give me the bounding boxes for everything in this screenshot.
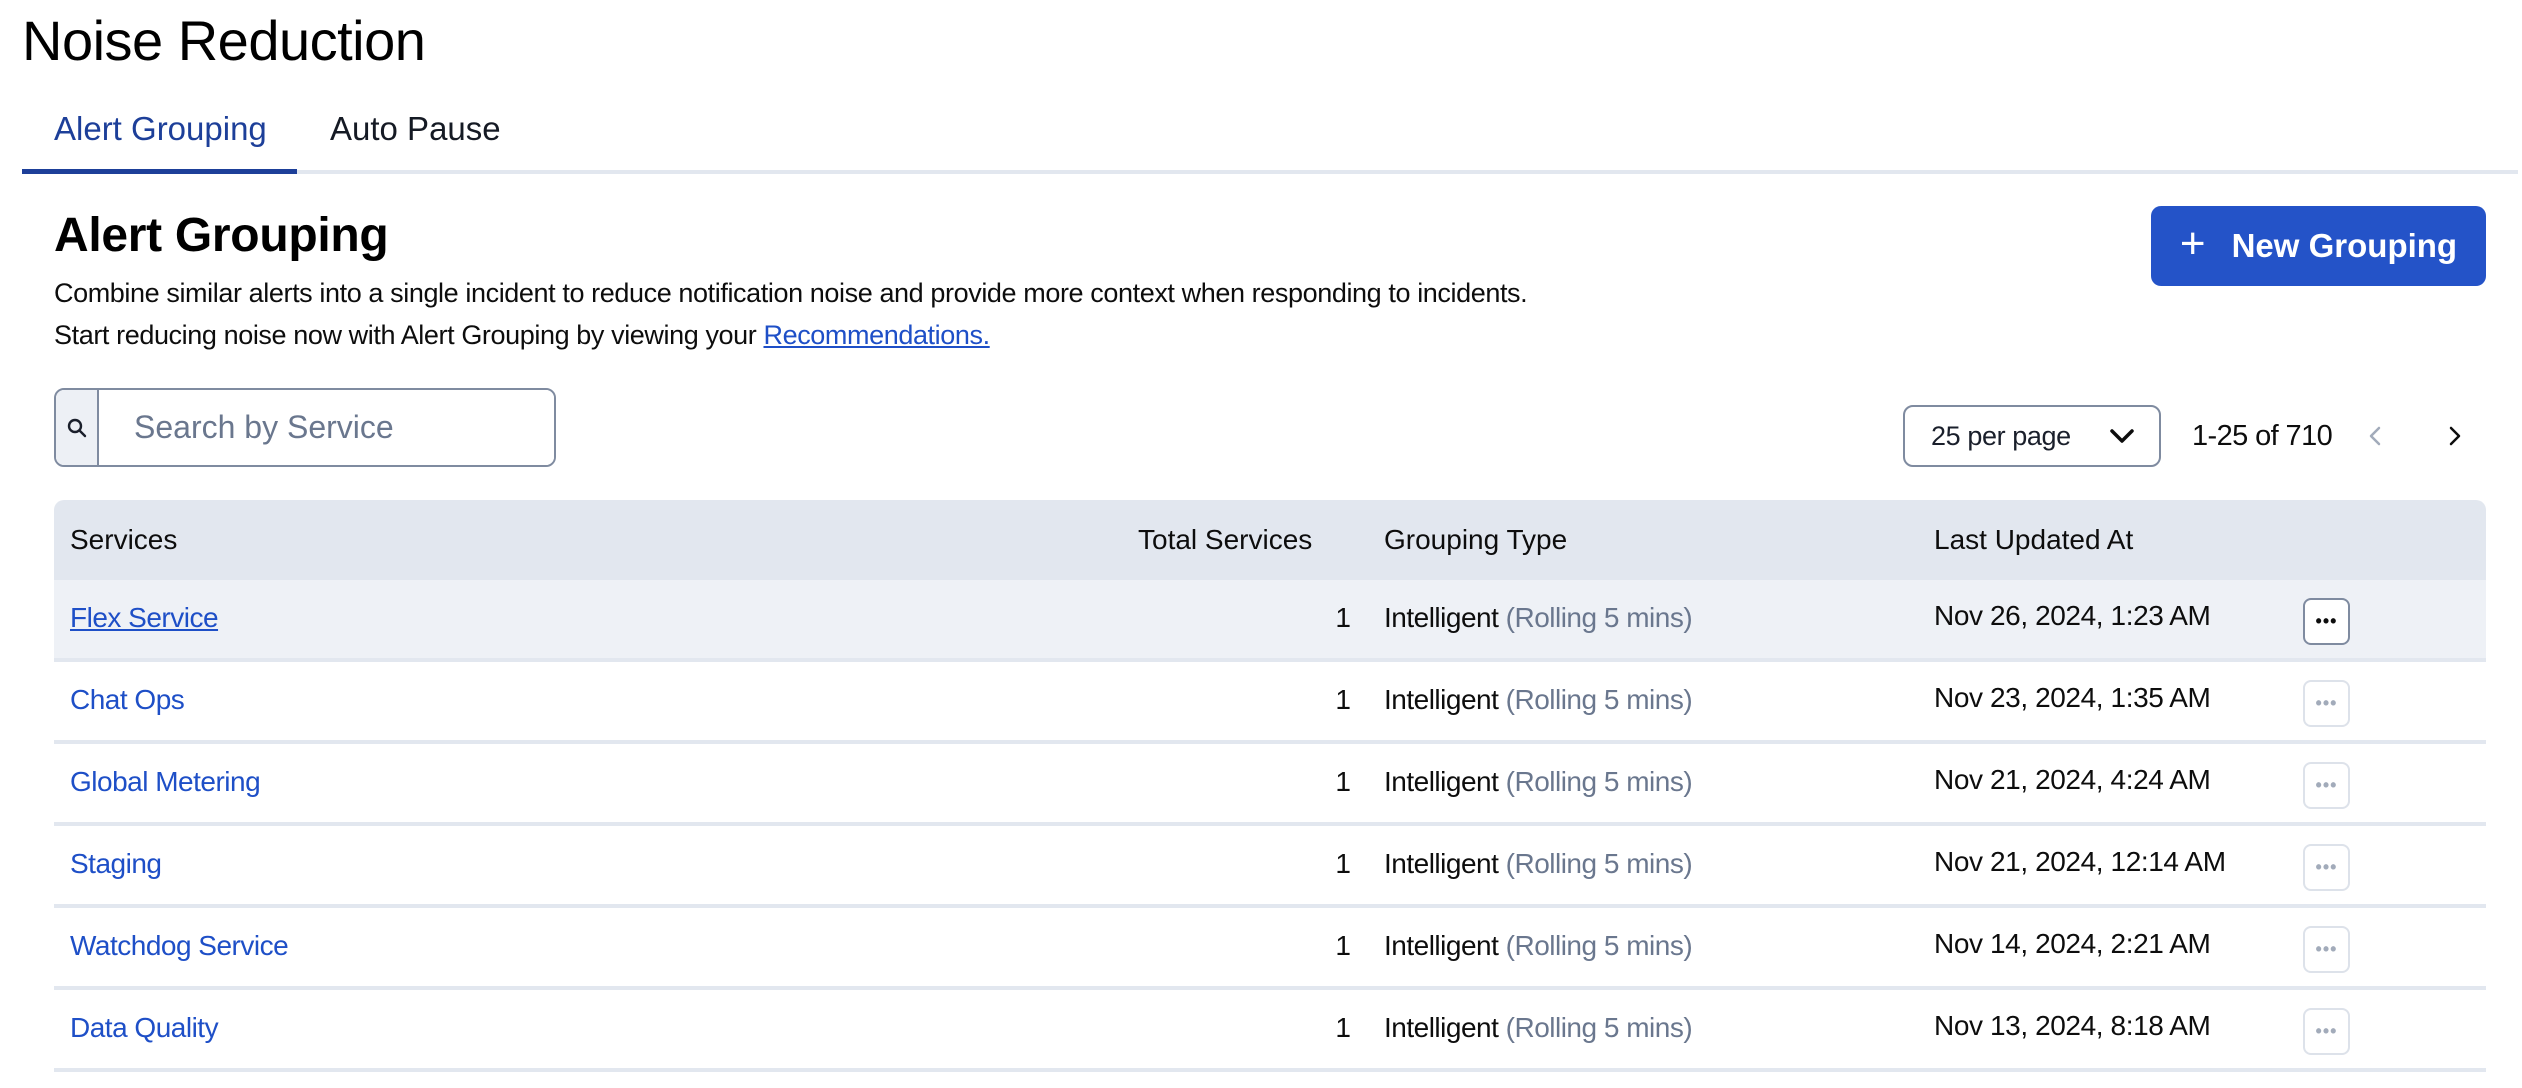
column-header-services: Services	[70, 524, 178, 555]
more-actions-icon[interactable]: •••	[2303, 762, 2350, 809]
table-header: Services Total Services Grouping Type La…	[54, 500, 2486, 580]
new-grouping-label: New Grouping	[2231, 227, 2458, 264]
table-row[interactable]: Watchdog Service 1 Intelligent (Rolling …	[54, 908, 2486, 990]
grouping-type-name: Intelligent	[1384, 1012, 1499, 1043]
service-link[interactable]: Flex Service	[70, 602, 219, 634]
total-services: 1	[1335, 930, 1351, 961]
column-header-last-updated: Last Updated At	[1934, 524, 2134, 555]
last-updated: Nov 23, 2024, 1:35 AM	[1934, 682, 2211, 713]
section-description: Combine similar alerts into a single inc…	[54, 278, 1528, 308]
total-services: 1	[1335, 602, 1351, 633]
pagination-range: 1-25 of 710	[2192, 420, 2333, 452]
tab-auto-pause[interactable]: Auto Pause	[330, 110, 501, 174]
grouping-type-name: Intelligent	[1384, 848, 1499, 879]
grouping-type-detail: (Rolling 5 mins)	[1505, 684, 1693, 715]
grouping-type-detail: (Rolling 5 mins)	[1505, 848, 1693, 879]
grouping-type-detail: (Rolling 5 mins)	[1505, 930, 1693, 961]
grouping-type: Intelligent (Rolling 5 mins)	[1384, 766, 1693, 798]
total-services: 1	[1335, 1012, 1351, 1043]
more-actions-icon[interactable]: •••	[2303, 598, 2350, 645]
grouping-type-name: Intelligent	[1384, 602, 1499, 633]
groupings-table: Services Total Services Grouping Type La…	[54, 500, 2486, 1072]
service-link[interactable]: Chat Ops	[70, 684, 185, 716]
last-updated: Nov 26, 2024, 1:23 AM	[1934, 600, 2211, 631]
next-page-button[interactable]	[2435, 416, 2475, 456]
tab-bar: Alert Grouping Auto Pause	[22, 100, 2518, 174]
search-icon	[56, 390, 99, 465]
recommendations-prompt-text: Start reducing noise now with Alert Grou…	[54, 320, 764, 350]
last-updated: Nov 14, 2024, 2:21 AM	[1934, 928, 2211, 959]
table-row[interactable]: Global Metering 1 Intelligent (Rolling 5…	[54, 744, 2486, 826]
grouping-type-detail: (Rolling 5 mins)	[1505, 602, 1693, 633]
recommendations-link[interactable]: Recommendations.	[763, 320, 990, 350]
grouping-type: Intelligent (Rolling 5 mins)	[1384, 602, 1693, 634]
table-row[interactable]: Flex Service 1 Intelligent (Rolling 5 mi…	[54, 580, 2486, 662]
search-field	[54, 388, 556, 467]
table-row[interactable]: Data Quality 1 Intelligent (Rolling 5 mi…	[54, 990, 2486, 1072]
chevron-right-icon	[2449, 426, 2461, 446]
last-updated: Nov 21, 2024, 12:14 AM	[1934, 846, 2226, 877]
last-updated: Nov 21, 2024, 4:24 AM	[1934, 764, 2211, 795]
column-header-grouping-type: Grouping Type	[1384, 524, 1568, 555]
new-grouping-button[interactable]: + New Grouping	[2151, 206, 2486, 286]
grouping-type: Intelligent (Rolling 5 mins)	[1384, 684, 1693, 716]
service-link[interactable]: Watchdog Service	[70, 930, 289, 962]
last-updated: Nov 13, 2024, 8:18 AM	[1934, 1010, 2211, 1041]
recommendations-prompt: Start reducing noise now with Alert Grou…	[54, 320, 990, 351]
more-actions-icon[interactable]: •••	[2303, 680, 2350, 727]
section-title: Alert Grouping	[54, 209, 389, 262]
grouping-type: Intelligent (Rolling 5 mins)	[1384, 930, 1693, 962]
grouping-type-detail: (Rolling 5 mins)	[1505, 1012, 1693, 1043]
page-title: Noise Reduction	[22, 9, 426, 72]
plus-icon: +	[2179, 219, 2206, 268]
tab-alert-grouping[interactable]: Alert Grouping	[22, 110, 297, 174]
total-services: 1	[1335, 766, 1351, 797]
chevron-left-icon	[2369, 426, 2381, 446]
service-link[interactable]: Staging	[70, 848, 162, 880]
table-row[interactable]: Chat Ops 1 Intelligent (Rolling 5 mins) …	[54, 662, 2486, 744]
total-services: 1	[1335, 684, 1351, 715]
table-row[interactable]: Staging 1 Intelligent (Rolling 5 mins) N…	[54, 826, 2486, 908]
per-page-select[interactable]: 25 per page	[1903, 405, 2161, 467]
column-header-total-services: Total Services	[1138, 524, 1313, 555]
grouping-type: Intelligent (Rolling 5 mins)	[1384, 1012, 1693, 1044]
grouping-type: Intelligent (Rolling 5 mins)	[1384, 848, 1693, 880]
grouping-type-name: Intelligent	[1384, 684, 1499, 715]
service-link[interactable]: Global Metering	[70, 766, 261, 798]
more-actions-icon[interactable]: •••	[2303, 844, 2350, 891]
grouping-type-name: Intelligent	[1384, 930, 1499, 961]
previous-page-button[interactable]	[2355, 416, 2395, 456]
per-page-value: 25 per page	[1931, 420, 2071, 451]
service-link[interactable]: Data Quality	[70, 1012, 219, 1044]
more-actions-icon[interactable]: •••	[2303, 1008, 2350, 1055]
grouping-type-detail: (Rolling 5 mins)	[1505, 766, 1693, 797]
chevron-down-icon	[2109, 421, 2135, 452]
total-services: 1	[1335, 848, 1351, 879]
grouping-type-name: Intelligent	[1384, 766, 1499, 797]
more-actions-icon[interactable]: •••	[2303, 926, 2350, 973]
search-input[interactable]	[99, 390, 554, 465]
